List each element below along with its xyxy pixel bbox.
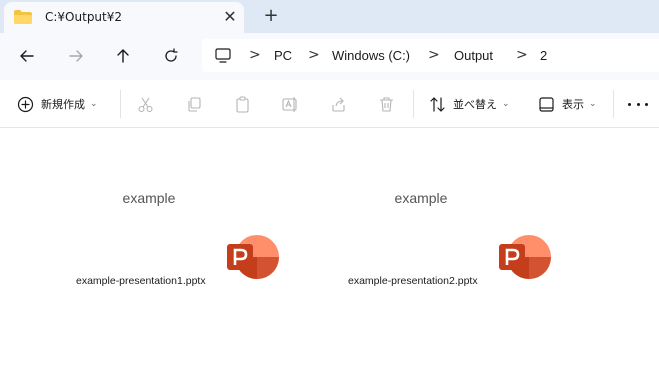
- rename-icon: [282, 96, 297, 112]
- scissors-icon: [138, 97, 153, 112]
- breadcrumb-item-output[interactable]: Output: [454, 48, 493, 63]
- new-button[interactable]: 新規作成 ⌄: [17, 92, 98, 116]
- breadcrumb-separator: >: [308, 47, 320, 63]
- file-item[interactable]: example example-presentation1.pptx: [44, 190, 279, 300]
- breadcrumb-item-drive[interactable]: Windows (C:): [332, 48, 410, 63]
- sort-button[interactable]: 並べ替え ⌄: [429, 92, 510, 116]
- new-tab-button[interactable]: +: [262, 5, 280, 27]
- close-icon[interactable]: ✕: [221, 8, 239, 26]
- divider: [613, 90, 614, 118]
- breadcrumb-item-2[interactable]: 2: [540, 48, 547, 63]
- trash-icon: [380, 96, 393, 112]
- up-button[interactable]: [111, 44, 135, 68]
- address-bar[interactable]: > PC > Windows (C:) > Output > 2: [202, 39, 659, 72]
- refresh-icon: [165, 48, 178, 62]
- view-label: 表示: [562, 98, 584, 111]
- file-name: example-presentation1.pptx: [76, 275, 206, 287]
- tab-bar: C:¥Output¥2 ✕ +: [0, 0, 659, 33]
- divider: [120, 90, 121, 118]
- more-options-icon[interactable]: [628, 97, 648, 111]
- monitor-icon: [215, 48, 231, 63]
- breadcrumb-item-pc[interactable]: PC: [274, 48, 292, 63]
- copy-button[interactable]: [186, 92, 203, 116]
- powerpoint-icon: [227, 235, 279, 279]
- file-item[interactable]: example example-presentation2.pptx: [316, 190, 551, 300]
- up-arrow-icon: [117, 49, 129, 63]
- file-list: example example-presentation1.pptx examp…: [0, 128, 659, 391]
- view-button[interactable]: 表示 ⌄: [538, 92, 597, 116]
- divider: [413, 90, 414, 118]
- rename-button[interactable]: [282, 92, 299, 116]
- back-button[interactable]: [15, 44, 39, 68]
- view-icon: [539, 96, 554, 112]
- clipboard-icon: [236, 95, 249, 113]
- delete-button[interactable]: [378, 92, 395, 116]
- breadcrumb-separator: >: [428, 47, 440, 63]
- chevron-down-icon: ⌄: [502, 99, 510, 109]
- breadcrumb-separator: >: [249, 47, 261, 63]
- chevron-down-icon: ⌄: [90, 99, 98, 109]
- file-thumbnail-text: example: [394, 190, 448, 206]
- folder-icon: [14, 10, 32, 24]
- powerpoint-icon: [499, 235, 551, 279]
- navigation-bar: > PC > Windows (C:) > Output > 2: [0, 33, 659, 80]
- new-label: 新規作成: [41, 98, 85, 111]
- forward-arrow-icon: [69, 50, 83, 62]
- share-icon: [332, 97, 345, 112]
- breadcrumb-separator: >: [516, 47, 528, 63]
- copy-icon: [188, 96, 201, 112]
- plus-circle-icon: [17, 96, 34, 112]
- cut-button[interactable]: [137, 92, 154, 116]
- tab-title: C:¥Output¥2: [45, 10, 123, 24]
- paste-button[interactable]: [234, 92, 251, 116]
- file-thumbnail-text: example: [122, 190, 176, 206]
- forward-button[interactable]: [64, 44, 88, 68]
- sort-icon: [430, 96, 445, 112]
- file-name: example-presentation2.pptx: [348, 275, 478, 287]
- command-bar: 新規作成 ⌄ 並べ替え ⌄ 表示 ⌄: [0, 80, 659, 128]
- chevron-down-icon: ⌄: [589, 99, 597, 109]
- back-arrow-icon: [20, 50, 34, 62]
- sort-label: 並べ替え: [453, 98, 497, 111]
- refresh-button[interactable]: [159, 44, 183, 68]
- share-button[interactable]: [330, 92, 347, 116]
- tab-active[interactable]: C:¥Output¥2 ✕: [4, 2, 244, 33]
